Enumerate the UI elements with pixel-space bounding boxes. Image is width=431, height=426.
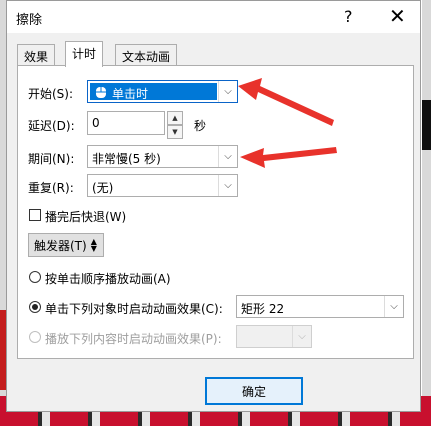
annotation-arrow-duration: [240, 147, 337, 168]
annotation-arrow-start: [238, 78, 334, 126]
annotation-arrows: [238, 78, 337, 168]
